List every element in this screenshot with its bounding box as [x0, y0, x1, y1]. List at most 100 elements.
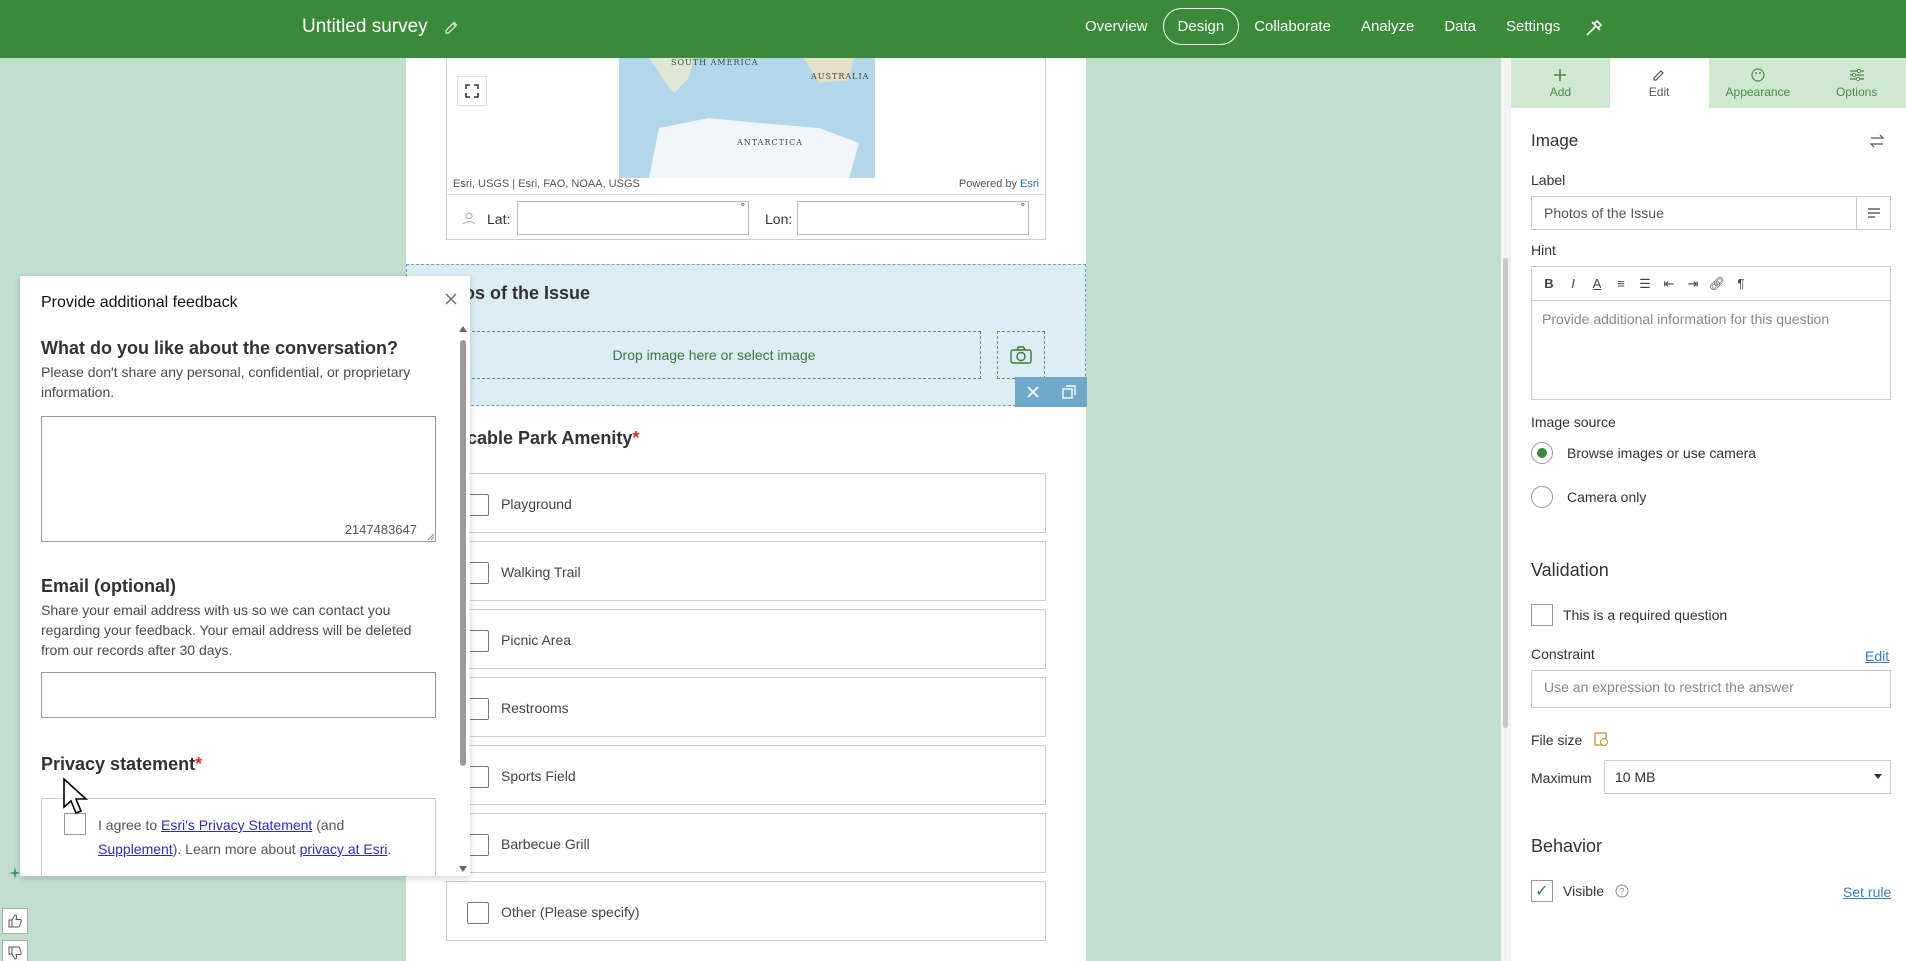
nav-analyze[interactable]: Analyze [1346, 8, 1429, 45]
numbered-list-icon[interactable]: ≡ [1612, 275, 1630, 293]
switch-type-icon[interactable] [1869, 134, 1885, 148]
radio-browse-images[interactable] [1531, 442, 1553, 464]
latitude-input[interactable]: ° [517, 201, 749, 235]
nav-collaborate[interactable]: Collaborate [1239, 8, 1346, 45]
lon-degree-symbol: ° [1020, 202, 1025, 214]
nav-design[interactable]: Design [1162, 8, 1240, 45]
choice-checkbox[interactable] [467, 494, 489, 516]
sparkle-icon[interactable] [8, 866, 22, 880]
agree-prefix: I agree to [98, 817, 162, 833]
email-input[interactable] [41, 672, 436, 718]
nav-settings[interactable]: Settings [1491, 8, 1575, 45]
close-icon[interactable] [444, 292, 458, 306]
maximum-size-select[interactable]: 10 MB [1604, 760, 1891, 794]
label-format-button[interactable] [1856, 197, 1890, 229]
resize-handle-icon[interactable] [426, 532, 434, 540]
image-question-selected[interactable]: otos of the Issue Drop image here or sel… [406, 264, 1087, 407]
italic-icon[interactable]: I [1564, 275, 1582, 293]
supplement-link[interactable]: Supplement [98, 841, 173, 857]
choice-item[interactable]: Walking Trail [446, 541, 1046, 601]
tools-icon[interactable] [1584, 18, 1604, 38]
map-label-australia: AUSTRALIA [811, 72, 870, 81]
panel-scrollbar[interactable] [1501, 58, 1511, 961]
nav-overview[interactable]: Overview [1070, 8, 1163, 45]
tab-edit[interactable]: Edit [1609, 58, 1709, 108]
email-title: Email (optional) [41, 576, 176, 596]
question-type-title: Image [1531, 131, 1579, 150]
choice-checkbox[interactable] [467, 698, 489, 720]
choice-checkbox[interactable] [467, 902, 489, 924]
question-actions [1015, 377, 1087, 407]
feedback-textarea[interactable]: 2147483647 [41, 416, 436, 542]
hint-toolbar: B I A ≡ ☰ ⇤ ⇥ 🔗︎ ¶ [1531, 266, 1891, 300]
choice-checkbox[interactable] [467, 834, 489, 856]
choice-label: Playground [501, 496, 572, 512]
tab-options[interactable]: Options [1807, 58, 1906, 108]
choice-item[interactable]: Playground [446, 473, 1046, 533]
duplicate-question-icon[interactable] [1062, 385, 1076, 399]
esri-link[interactable]: Esri [1020, 178, 1039, 190]
choice-item[interactable]: Barbecue Grill [446, 813, 1046, 873]
amenity-title-text: plicable Park Amenity [446, 428, 633, 448]
indent-icon[interactable]: ⇥ [1684, 275, 1702, 293]
text-color-icon[interactable]: A [1588, 275, 1606, 293]
tab-appearance[interactable]: Appearance [1708, 58, 1808, 108]
choice-checkbox[interactable] [467, 562, 489, 584]
tab-edit-label: Edit [1648, 84, 1670, 99]
visible-checkbox[interactable] [1531, 880, 1553, 902]
constraint-label: Constraint [1531, 646, 1595, 662]
nav-data[interactable]: Data [1429, 8, 1491, 45]
q1-title: What do you like about the conversation? [41, 338, 399, 358]
map-image[interactable]: SOUTH AMERICA AUSTRALIA ANTARCTICA [619, 58, 875, 178]
set-rule-link[interactable]: Set rule [1843, 884, 1891, 900]
image-dropzone[interactable]: Drop image here or select image [447, 331, 981, 379]
choice-item[interactable]: Other (Please specify) [446, 881, 1046, 941]
camera-icon [1010, 346, 1032, 364]
help-icon[interactable]: ? [1615, 884, 1629, 898]
privacy-required-mark: * [195, 754, 203, 774]
privacy-statement-link[interactable]: Esri's Privacy Statement [161, 817, 312, 833]
choice-item[interactable]: Sports Field [446, 745, 1046, 805]
camera-button[interactable] [997, 331, 1045, 379]
file-size-label: File size [1531, 732, 1583, 748]
palette-icon [1751, 67, 1765, 82]
thumbs-up-button[interactable] [2, 908, 28, 934]
choice-item[interactable]: Restrooms [446, 677, 1046, 737]
edit-title-pencil-icon[interactable] [443, 20, 459, 36]
fullscreen-button[interactable] [457, 76, 487, 106]
privacy-at-esri-link[interactable]: privacy at Esri [300, 841, 388, 857]
delete-question-icon[interactable] [1026, 385, 1040, 399]
lon-label: Lon: [765, 211, 793, 227]
file-size-info-icon[interactable] [1593, 731, 1609, 747]
choice-item[interactable]: Picnic Area [446, 609, 1046, 669]
required-label: This is a required question [1563, 607, 1728, 623]
choice-checkbox[interactable] [467, 766, 489, 788]
hint-textarea[interactable]: Provide additional information for this … [1531, 300, 1891, 400]
location-pin-icon[interactable] [461, 210, 477, 226]
link-icon[interactable]: 🔗︎ [1708, 275, 1726, 293]
outdent-icon[interactable]: ⇤ [1660, 275, 1678, 293]
fullscreen-icon [465, 84, 479, 98]
longitude-input[interactable]: ° [797, 201, 1029, 235]
format-icon[interactable]: ¶ [1732, 275, 1750, 293]
scroll-down-icon[interactable] [459, 866, 467, 872]
lat-label: Lat: [487, 211, 511, 227]
feedback-scroll-thumb[interactable] [460, 340, 466, 766]
tab-add[interactable]: Add [1511, 58, 1610, 108]
map-label-south-america: SOUTH AMERICA [671, 58, 759, 67]
bold-icon[interactable]: B [1540, 275, 1558, 293]
constraint-input[interactable]: Use an expression to restrict the answer [1531, 670, 1891, 708]
required-checkbox[interactable] [1531, 604, 1553, 626]
panel-scroll-thumb[interactable] [1503, 258, 1508, 728]
choice-checkbox[interactable] [467, 630, 489, 652]
label-input[interactable]: Photos of the Issue [1531, 196, 1891, 230]
constraint-edit-link[interactable]: Edit [1865, 648, 1889, 664]
bullet-list-icon[interactable]: ☰ [1636, 275, 1654, 293]
chevron-down-icon [1874, 774, 1882, 779]
thumbs-down-button[interactable] [2, 940, 28, 961]
radio-camera-only[interactable] [1531, 486, 1553, 508]
geopoint-map[interactable]: SOUTH AMERICA AUSTRALIA ANTARCTICA Esri,… [446, 58, 1046, 240]
character-count: 2147483647 [344, 522, 417, 537]
scroll-up-icon[interactable] [459, 326, 467, 332]
feedback-scrollbar[interactable] [458, 326, 468, 876]
